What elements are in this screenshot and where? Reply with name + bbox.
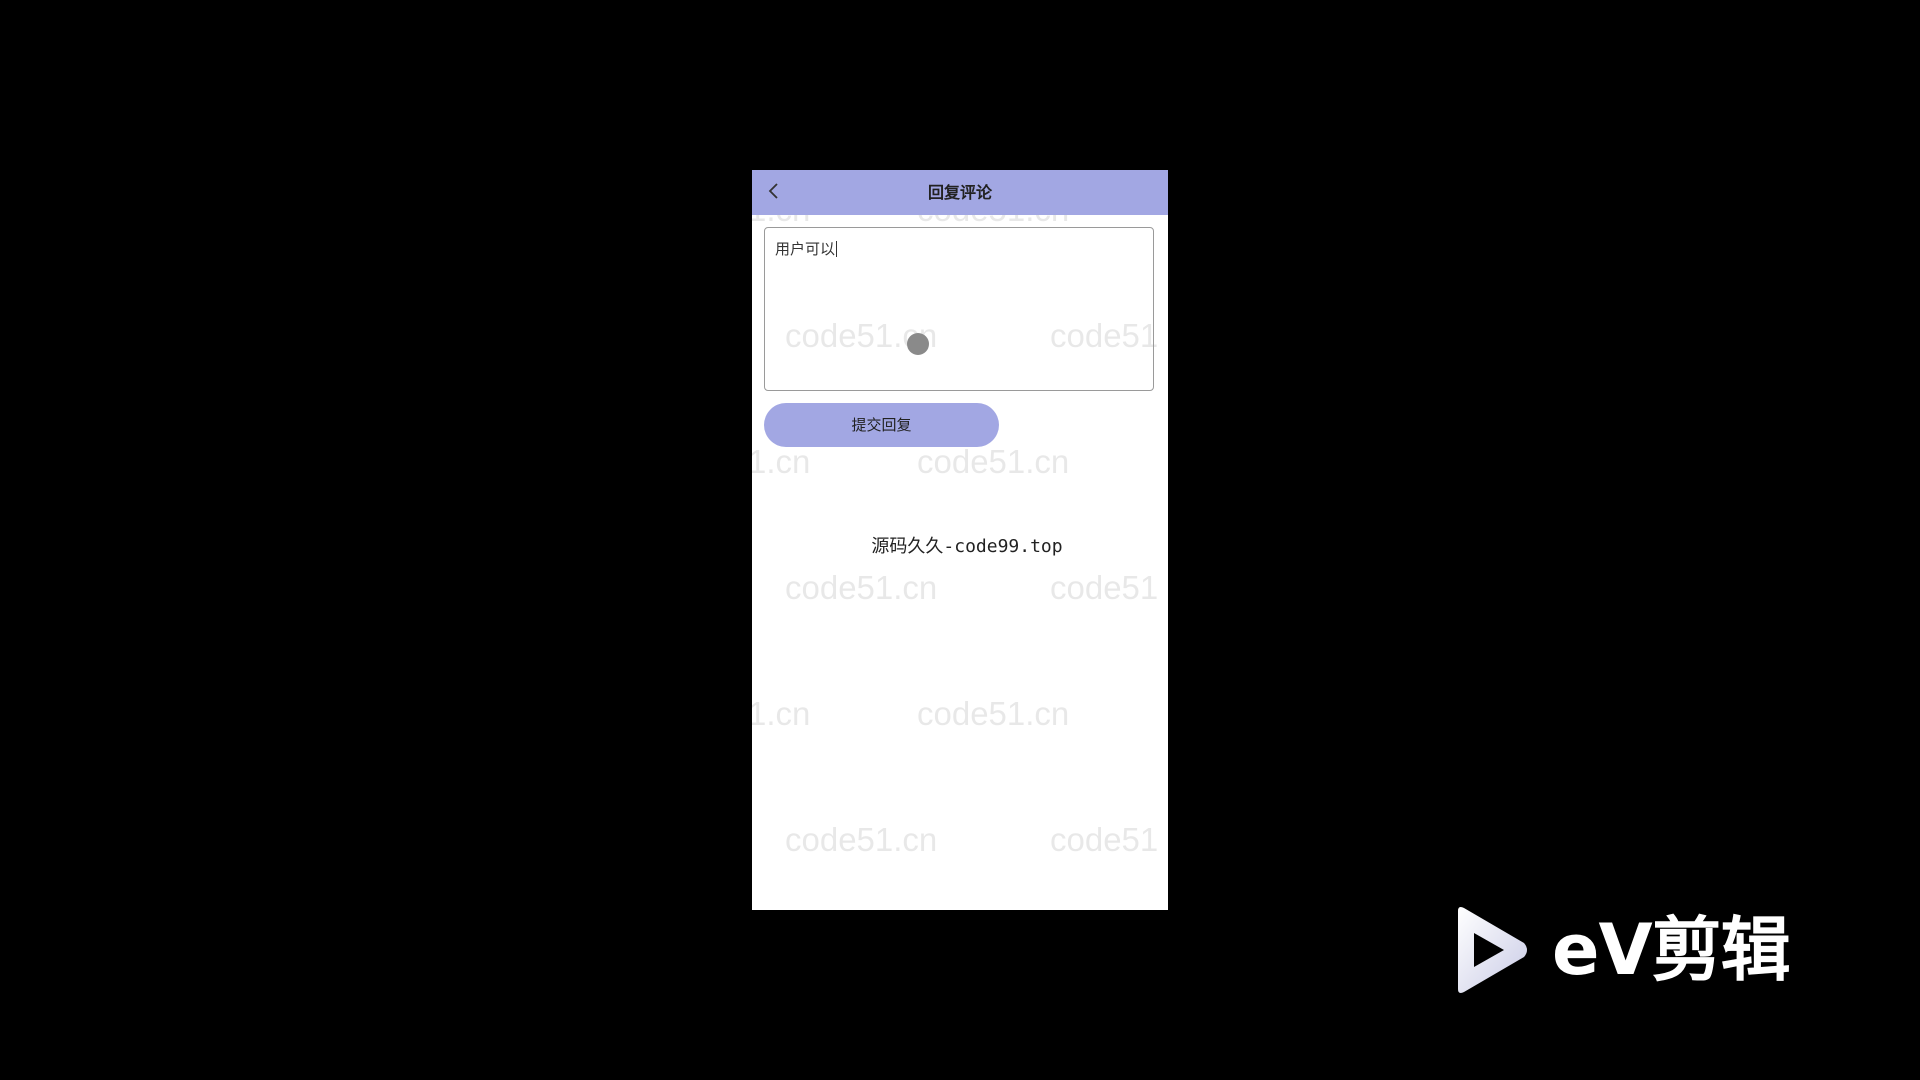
back-button[interactable] <box>760 178 788 206</box>
play-icon <box>1458 907 1527 993</box>
chevron-left-icon <box>768 183 778 199</box>
watermark: code51 <box>1050 569 1159 606</box>
site-label: 源码久久-code99.top <box>871 536 1063 557</box>
text-caret <box>836 241 838 257</box>
watermark: code51.cn <box>917 695 1070 732</box>
watermark: code51 <box>1050 821 1159 858</box>
reply-textarea-value: 用户可以 <box>775 240 836 258</box>
watermark: code51.cn <box>917 443 1070 480</box>
watermark: code51.cn <box>785 569 938 606</box>
reply-textarea[interactable]: 用户可以 <box>764 227 1154 391</box>
touch-cursor <box>907 333 929 355</box>
watermark: 1.cn <box>752 443 811 480</box>
ev-logo-text: eV剪辑 <box>1552 909 1791 991</box>
phone-screen: 1.cn code51.cn code51.cn code51 1.cn cod… <box>752 170 1168 910</box>
submit-reply-button[interactable]: 提交回复 <box>764 403 999 447</box>
ev-logo: eV剪辑 <box>1450 905 1820 997</box>
watermark: 1.cn <box>752 695 811 732</box>
nav-header: 回复评论 <box>752 170 1168 215</box>
page-title: 回复评论 <box>927 183 992 202</box>
watermark: code51.cn <box>785 821 938 858</box>
video-frame: 1.cn code51.cn code51.cn code51 1.cn cod… <box>0 0 1920 1080</box>
